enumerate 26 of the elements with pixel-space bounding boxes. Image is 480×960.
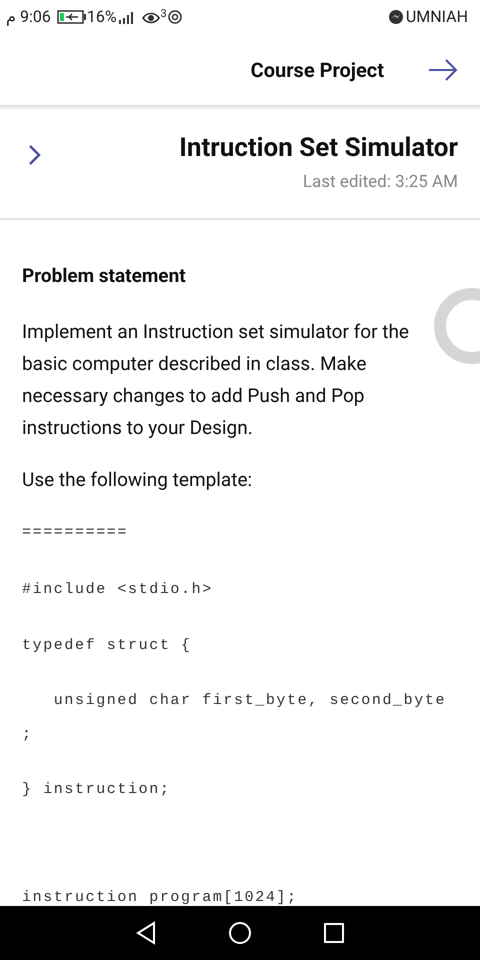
paragraph: Use the following template: bbox=[22, 467, 254, 493]
carrier-name: UMNIAH bbox=[406, 6, 468, 28]
code-line: unsigned char first_byte, second_byte bbox=[52, 690, 446, 710]
code-line: #include <stdio.h> bbox=[22, 580, 213, 600]
battery-percent: 16% bbox=[86, 6, 117, 28]
note-title: Intruction Set Simulator bbox=[179, 132, 458, 164]
messenger-icon bbox=[388, 10, 403, 24]
notification-count: 3 bbox=[160, 6, 167, 22]
last-edited-text: Last edited: 3:25 AM bbox=[302, 171, 458, 194]
forward-arrow-icon[interactable] bbox=[428, 58, 458, 82]
code-line: ; bbox=[22, 725, 33, 745]
recents-icon[interactable] bbox=[322, 922, 345, 944]
section-heading: Problem statement bbox=[22, 262, 187, 288]
code-line: typedef struct { bbox=[22, 636, 192, 656]
code-line: } instruction; bbox=[22, 780, 170, 800]
code-line: instruction program[1024]; bbox=[22, 888, 298, 908]
home-icon[interactable] bbox=[228, 921, 252, 945]
chevron-right-icon[interactable] bbox=[28, 144, 42, 166]
clock: م 9:06 bbox=[6, 6, 51, 28]
paragraph: Implement an Instruction set simulator for the basic computer described in class. Make necessary changes to add Push and Pop instructions to your Design. bbox=[22, 319, 410, 441]
floating-bubble-icon bbox=[434, 288, 480, 364]
header-title: Course Project bbox=[250, 56, 384, 84]
code-line: ========== bbox=[22, 523, 128, 543]
battery-icon bbox=[56, 10, 87, 24]
back-icon[interactable] bbox=[135, 921, 158, 945]
hotspot-icon bbox=[166, 9, 183, 25]
